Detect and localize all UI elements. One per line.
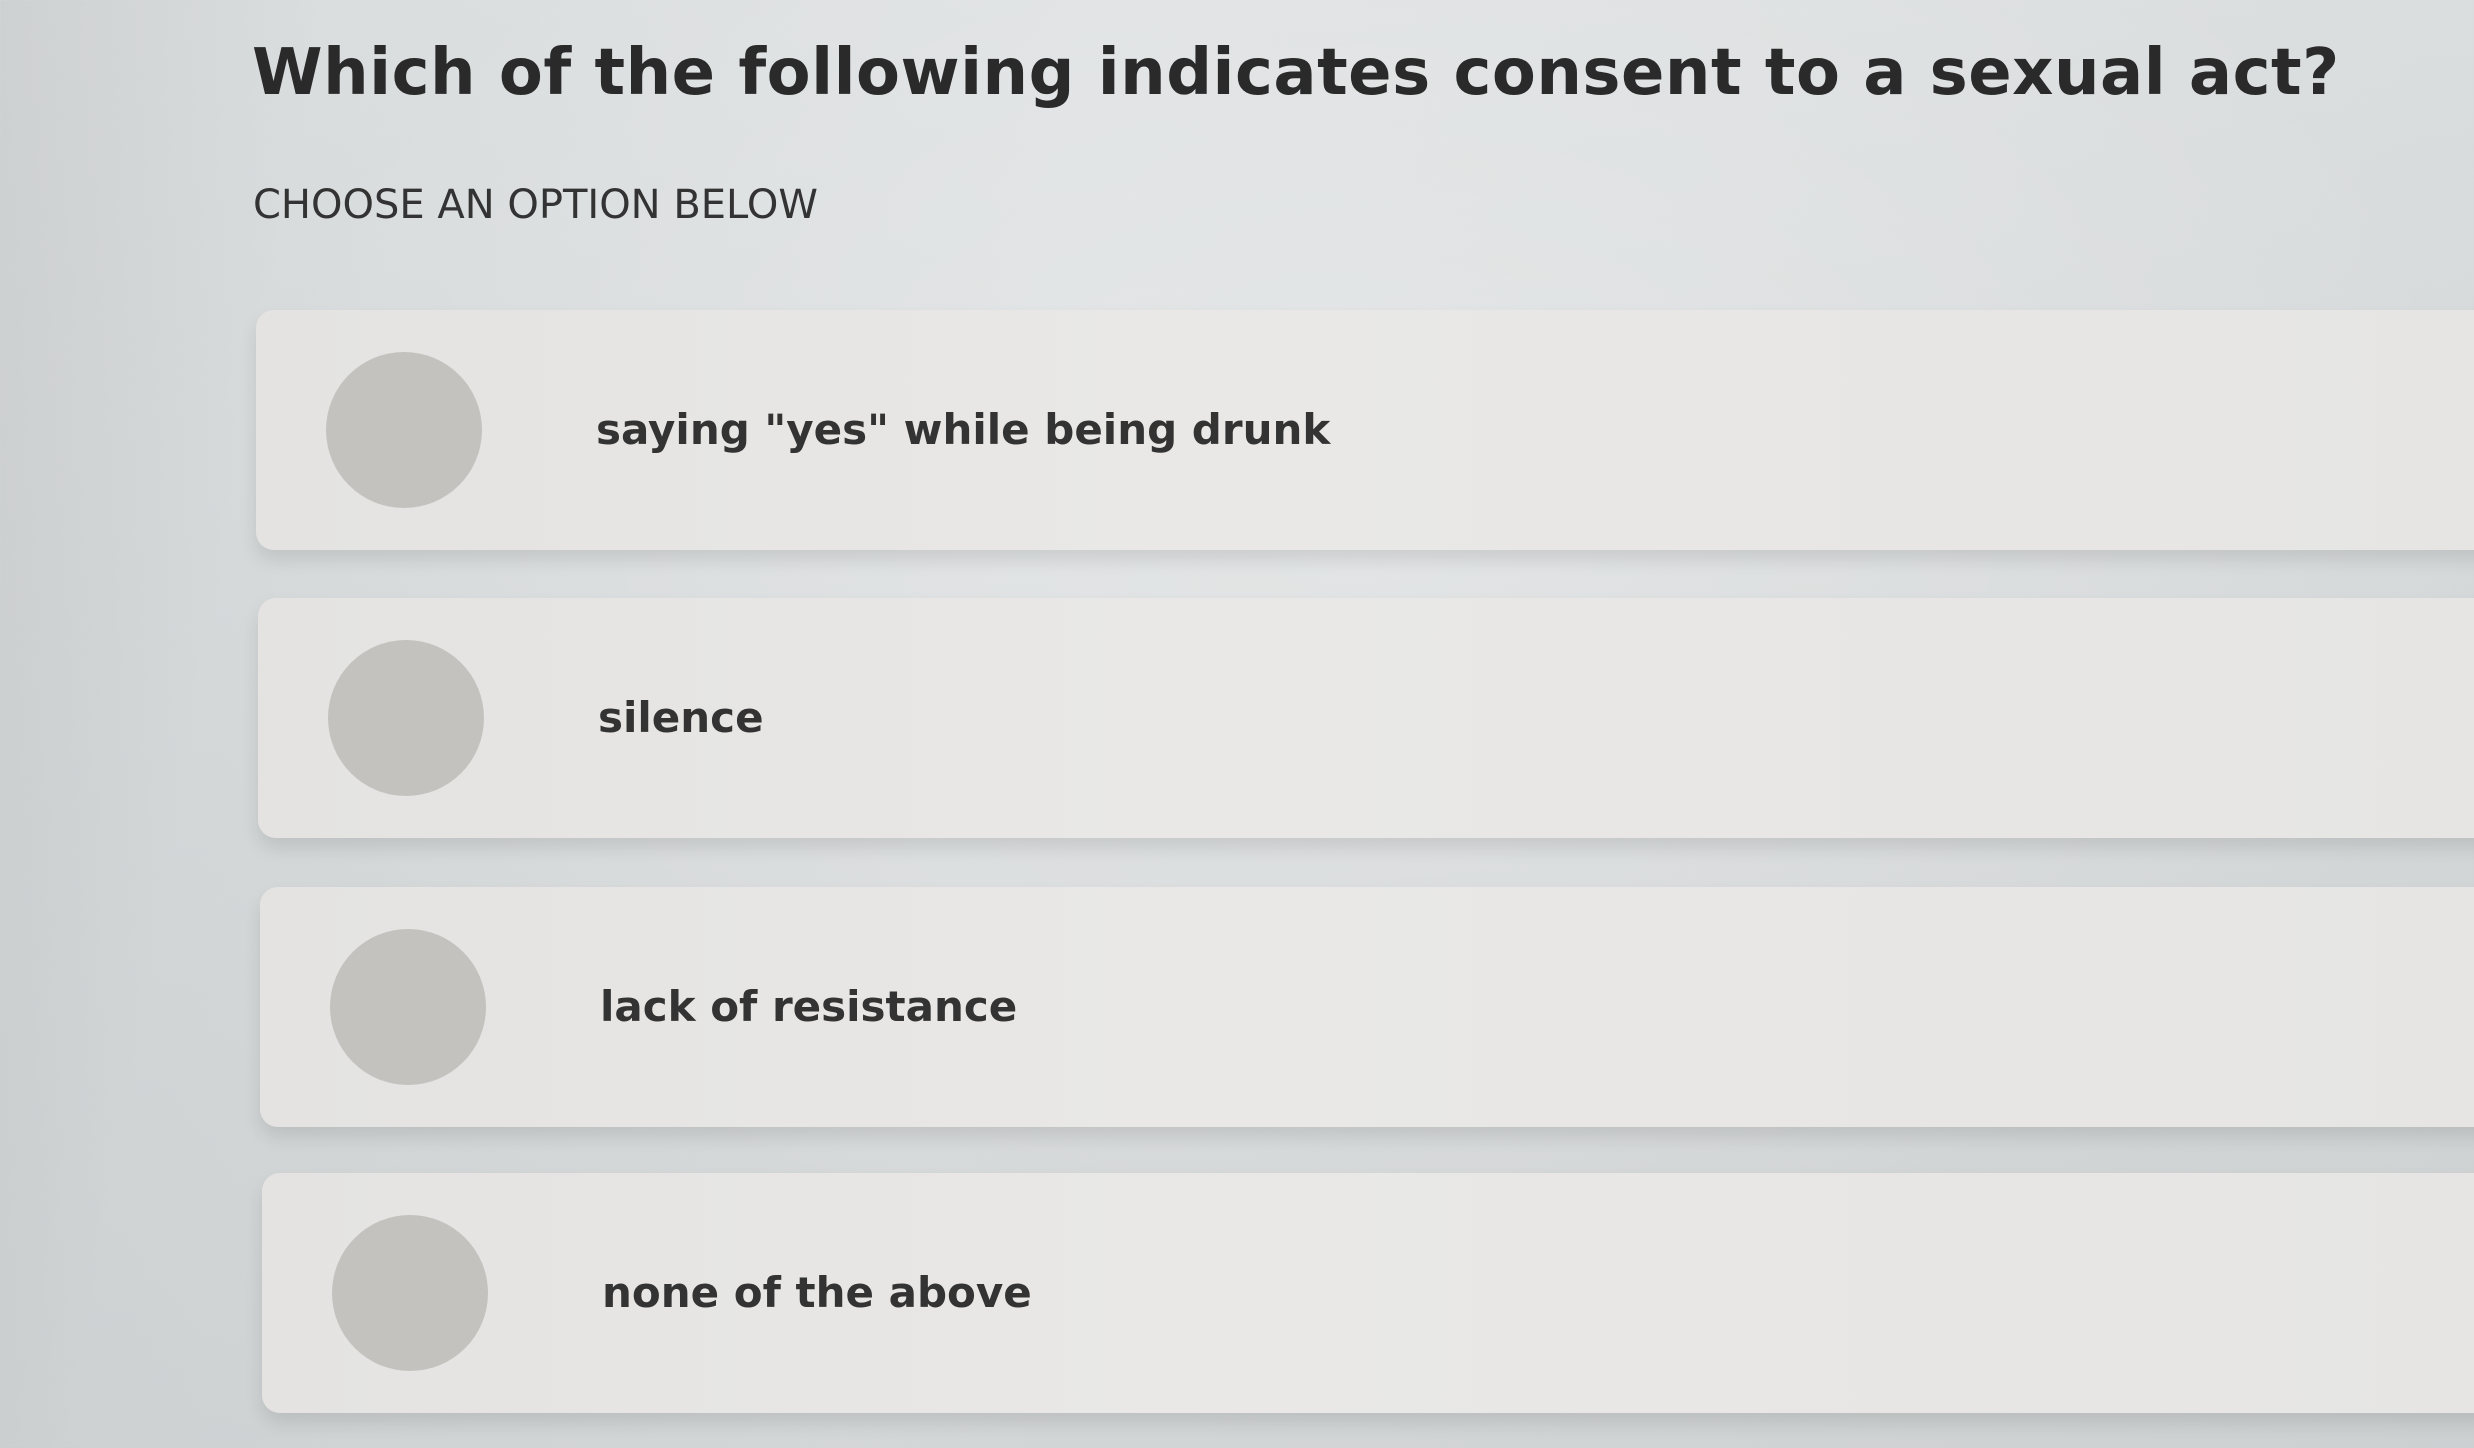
answer-options: saying "yes" while being drunk silence l… xyxy=(0,0,2474,1448)
answer-option[interactable]: none of the above xyxy=(262,1173,2474,1413)
answer-option-label: saying "yes" while being drunk xyxy=(596,405,1331,454)
answer-option[interactable]: silence xyxy=(258,598,2474,838)
radio-circle-icon[interactable] xyxy=(330,929,486,1085)
radio-circle-icon[interactable] xyxy=(328,640,484,796)
answer-option-label: none of the above xyxy=(602,1268,1032,1317)
answer-option-label: silence xyxy=(598,693,764,742)
answer-option[interactable]: lack of resistance xyxy=(260,887,2474,1127)
radio-circle-icon[interactable] xyxy=(332,1215,488,1371)
radio-circle-icon[interactable] xyxy=(326,352,482,508)
answer-option[interactable]: saying "yes" while being drunk xyxy=(256,310,2474,550)
answer-option-label: lack of resistance xyxy=(600,982,1018,1031)
